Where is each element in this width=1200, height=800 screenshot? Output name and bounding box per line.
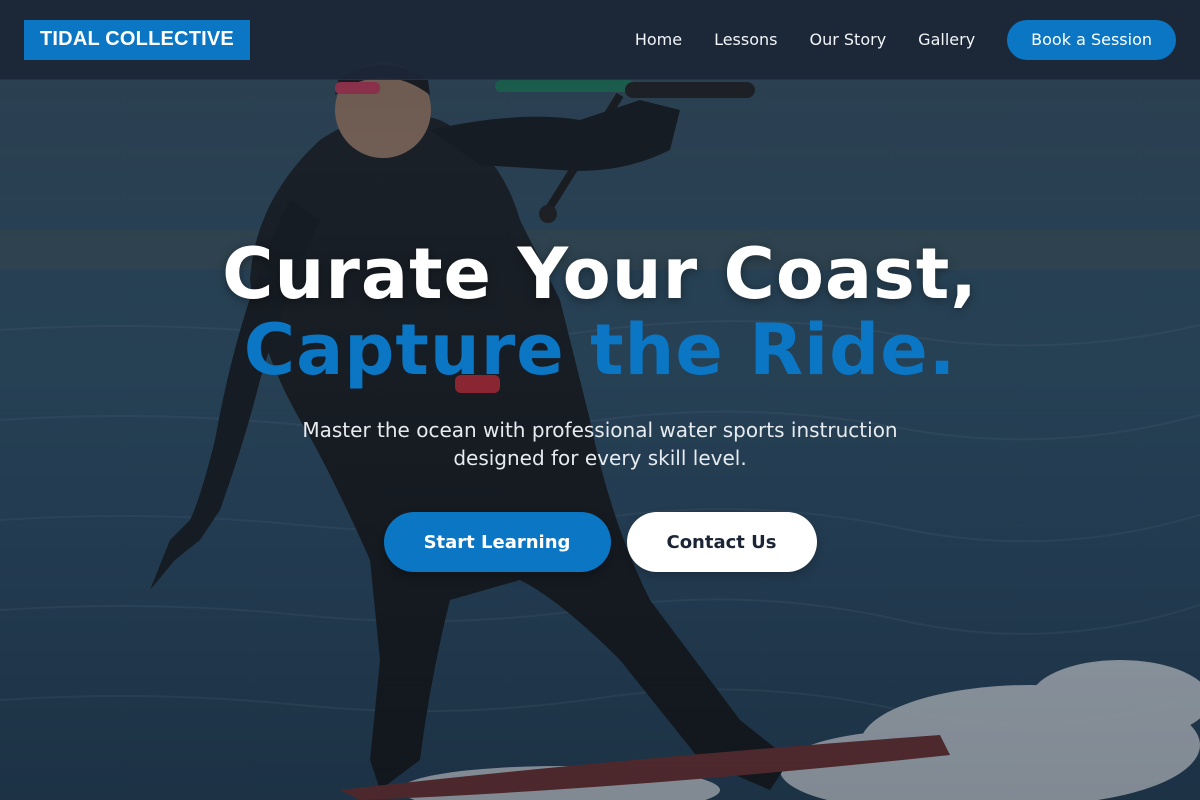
contact-us-button[interactable]: Contact Us (626, 512, 817, 572)
nav-link-home[interactable]: Home (635, 30, 682, 49)
hero-button-group: Start Learning Contact Us (0, 512, 1200, 572)
nav-link-our-story[interactable]: Our Story (810, 30, 887, 49)
nav-link-gallery[interactable]: Gallery (918, 30, 975, 49)
brand-logo[interactable]: TIDAL COLLECTIVE (24, 19, 250, 60)
hero-subtitle: Master the ocean with professional water… (302, 418, 898, 470)
main-nav: Home Lessons Our Story Gallery Book a Se… (635, 19, 1176, 60)
book-session-button[interactable]: Book a Session (1007, 19, 1176, 60)
hero-headline-line-1: Curate Your Coast, (222, 233, 978, 315)
top-navbar: TIDAL COLLECTIVE Home Lessons Our Story … (0, 0, 1200, 80)
hero-content: Curate Your Coast, Capture the Ride. Mas… (0, 236, 1200, 572)
nav-link-lessons[interactable]: Lessons (714, 30, 777, 49)
hero-headline: Curate Your Coast, Capture the Ride. (0, 236, 1200, 388)
start-learning-button[interactable]: Start Learning (383, 512, 611, 572)
hero-headline-line-2: Capture the Ride. (243, 309, 957, 391)
